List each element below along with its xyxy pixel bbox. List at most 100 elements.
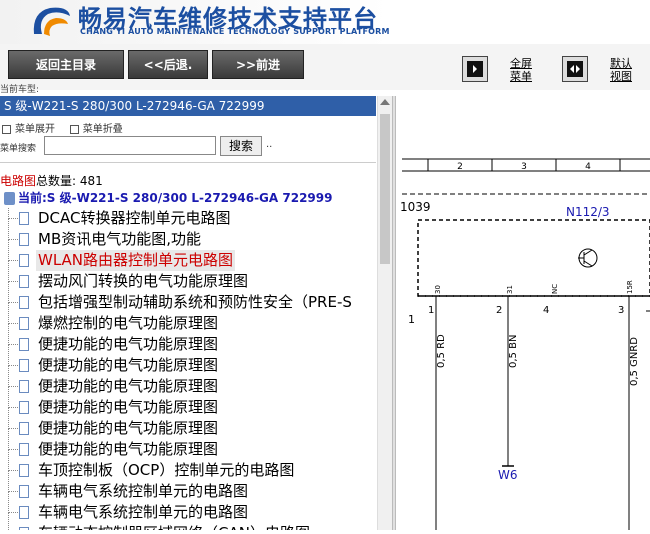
car-model-label: 当前车型: [0,85,40,95]
tree-connector [8,512,18,513]
document-icon [19,506,29,519]
current-node[interactable]: 当前:S 级-W221-S 280/300 L-272946-GA 722999 [4,189,332,206]
pin-number: 4 [543,305,549,316]
pin-number: 3 [618,305,624,316]
grid-number: 2 [457,162,463,172]
fullscreen-menu-label[interactable]: 全屏 菜单 [504,57,538,83]
tree-connector [8,302,18,303]
side-number: 1 [408,313,415,326]
tree-item-label: 便捷功能的电气功能原理图 [38,377,219,395]
ref-number: 1039 [400,200,431,214]
document-icon [19,254,29,267]
wire-label: 0,5 RD [436,334,447,368]
default-view-button[interactable] [562,56,588,82]
document-icon [19,443,29,456]
wiring-diagram: 2 3 4 1039 N112/3 30 31 NC 15R 1 2 4 3 1 [398,96,650,530]
app-header: 畅易汽车维修技术支持平台 CHANG YI AUTO MAINTENANCE T… [0,0,650,45]
tree-item-label: MB资讯电气功能图,功能 [38,230,202,248]
forward-button[interactable]: >>前进 [212,50,304,79]
default-label-line2: 视图 [610,70,632,83]
scroll-up-arrow-icon[interactable] [380,99,390,105]
pin-label: NC [551,284,559,294]
fullscreen-label-line1: 全屏 [510,57,532,70]
fullscreen-icon [467,61,483,77]
grid-number: 4 [585,162,591,172]
tree-connector [8,344,18,345]
split-view-icon [567,61,583,77]
tree-connector [8,428,18,429]
logo-icon [33,7,70,36]
tree-connector [8,513,9,530]
sidebar-scrollbar[interactable] [377,96,392,530]
component-label: N112/3 [566,205,610,219]
document-icon [19,275,29,288]
tree-item-label: 车辆动态控制器区域网络（CAN）电路图 [38,523,310,530]
tree-connector [8,282,9,303]
menu-operations: 菜单展开 菜单折叠 [0,120,123,135]
document-icon [19,359,29,372]
tree-connector [8,450,9,471]
tree-connector [8,407,18,408]
sidebar-divider [0,162,376,163]
diagram-tree: DCAC转换器控制单元电路图 MB资讯电气功能图,功能 WLAN路由器控制单元电路图… [0,207,376,530]
tree-item-label: 爆燃控制的电气功能原理图 [38,314,219,332]
computer-icon [4,192,15,205]
tree-connector [8,323,18,324]
menu-search-input[interactable] [44,136,216,155]
current-node-label: 当前:S 级-W221-S 280/300 L-272946-GA 722999 [18,191,333,205]
default-view-label[interactable]: 默认 视图 [604,57,638,83]
tree-connector [8,429,9,450]
back-button[interactable]: <<后退. [128,50,208,79]
menu-collapse-link[interactable]: 菜单折叠 [83,124,123,135]
tree-connector [8,261,9,282]
diagram-count-prefix: 电路图 [0,174,37,188]
document-icon [19,485,29,498]
tree-connector [8,281,18,282]
tree-connector [8,471,9,492]
tree-item-label: 便捷功能的电气功能原理图 [38,419,219,437]
menu-expand-link[interactable]: 菜单展开 [15,124,55,135]
tree-connector [8,345,9,366]
document-icon [19,338,29,351]
pin-label: 31 [506,285,514,294]
tree-item-label: WLAN路由器控制单元电路图 [36,250,236,271]
scroll-thumb[interactable] [380,114,390,264]
wiring-diagram-svg: 2 3 4 1039 N112/3 30 31 NC 15R 1 2 4 3 1 [400,158,650,530]
tree-item-label: 车辆电气系统控制单元的电路图 [38,482,249,500]
tree-connector [8,470,18,471]
tree-connector [8,218,18,219]
pin-number: 1 [428,305,434,316]
tree-connector [8,239,18,240]
tree-connector [8,324,9,345]
diagram-count: 电路图总数量: 481 [0,172,103,189]
tree-item-label: DCAC转换器控制单元电路图 [38,209,231,227]
default-label-line1: 默认 [610,57,632,70]
wire-label: 0,5 BN [508,335,519,368]
tree-connector [8,449,18,450]
toolbar: 返回主目录 <<后退. >>前进 全屏 菜单 默认 视图 [0,44,650,90]
tree-connector [8,366,9,387]
menu-search-label: 菜单搜索 [0,144,37,154]
tree-item-label: 便捷功能的电气功能原理图 [38,398,219,416]
expand-icon [2,124,11,134]
grid-number: 3 [521,162,527,172]
document-icon [19,317,29,330]
pin-label: 15R [626,280,634,294]
wire-label: 0,5 GNRD [629,337,640,386]
search-dots: .. [266,139,273,150]
home-button[interactable]: 返回主目录 [8,50,124,79]
document-icon [19,212,29,225]
pin-label: 30 [434,285,442,294]
pane-splitter[interactable] [392,96,396,530]
tree-connector [8,240,9,261]
tree-connector [8,492,9,513]
tree-connector [8,491,18,492]
fullscreen-menu-button[interactable] [462,56,488,82]
tree-connector [8,260,18,261]
component-box [417,219,650,297]
document-icon [19,401,29,414]
collapse-icon [69,124,79,134]
document-icon [19,380,29,393]
search-button[interactable]: 搜索 [220,136,262,156]
document-icon [19,233,29,246]
